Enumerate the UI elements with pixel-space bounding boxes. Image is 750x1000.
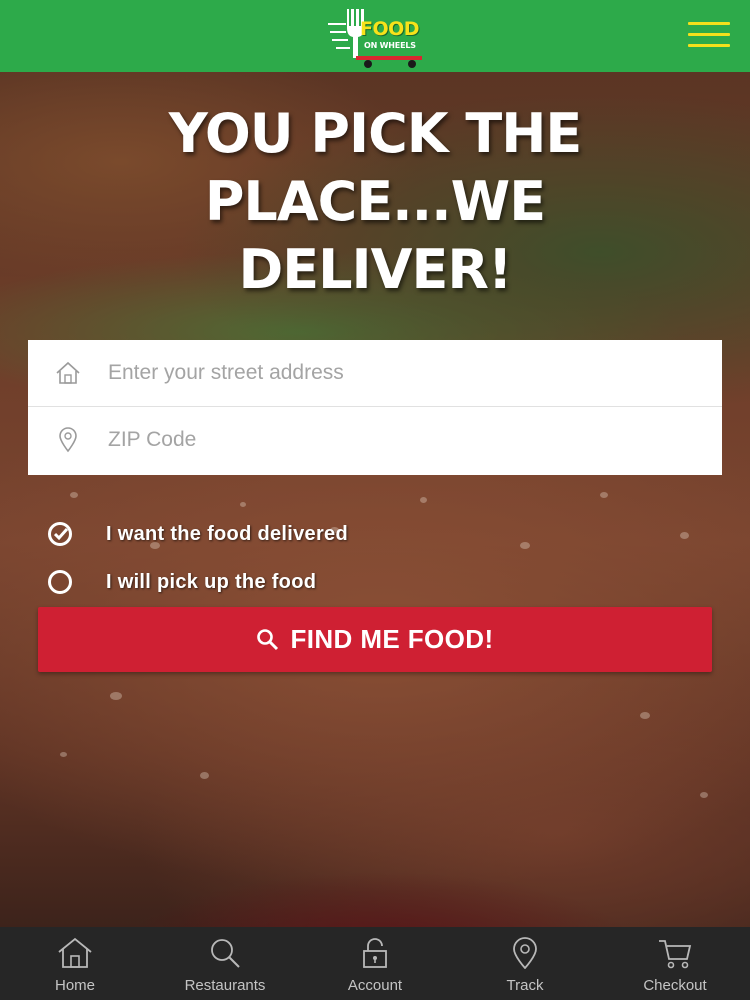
checkmark-icon: [54, 528, 68, 541]
nav-label-restaurants: Restaurants: [184, 977, 266, 994]
option-delivered[interactable]: I want the food delivered: [48, 510, 348, 558]
location-pin-icon: [513, 937, 537, 969]
lock-icon: [363, 938, 387, 968]
headline-line-1: YOU PICK THE: [168, 102, 583, 165]
nav-item-home[interactable]: Home: [0, 927, 150, 1000]
search-icon: [211, 939, 240, 968]
zip-code-field: [28, 406, 722, 473]
cart-icon: [659, 940, 692, 969]
home-icon: [28, 361, 108, 385]
food-on-wheels-logo[interactable]: FOOD ON WHEELS: [326, 6, 428, 68]
street-address-input[interactable]: [108, 353, 722, 393]
nav-item-track[interactable]: Track: [450, 927, 600, 1000]
headline-line-3: DELIVER!: [238, 238, 512, 301]
option-pickup[interactable]: I will pick up the food: [48, 558, 348, 606]
pickup-label: I will pick up the food: [106, 570, 317, 593]
search-icon: [256, 628, 280, 652]
zip-code-input[interactable]: [108, 420, 722, 460]
headline-line-2: PLACE...WE: [204, 170, 546, 233]
bottom-nav: Home Restaurants Account Track Checkout: [0, 927, 750, 1000]
street-address-field: [28, 340, 722, 406]
location-pin-icon: [28, 427, 108, 453]
address-form: [28, 340, 722, 475]
nav-item-account[interactable]: Account: [300, 927, 450, 1000]
fulfillment-options: I want the food delivered I will pick up…: [48, 510, 348, 606]
home-icon: [58, 937, 92, 968]
find-me-food-button[interactable]: FIND ME FOOD!: [38, 607, 712, 672]
nav-label-checkout: Checkout: [643, 977, 707, 994]
nav-item-restaurants[interactable]: Restaurants: [150, 927, 300, 1000]
find-me-food-label: FIND ME FOOD!: [290, 624, 494, 654]
delivered-label: I want the food delivered: [106, 522, 348, 545]
nav-label-track: Track: [506, 977, 544, 994]
hamburger-menu-icon[interactable]: [688, 22, 730, 50]
delivered-radio[interactable]: [48, 522, 72, 546]
app-header: FOOD ON WHEELS: [0, 0, 750, 72]
nav-item-checkout[interactable]: Checkout: [600, 927, 750, 1000]
pickup-radio[interactable]: [48, 570, 72, 594]
nav-label-account: Account: [347, 977, 403, 994]
logo-title: FOOD: [360, 18, 420, 40]
nav-label-home: Home: [54, 977, 95, 994]
hero-headline: YOU PICK THE PLACE...WE DELIVER!: [0, 100, 750, 304]
logo-subtitle: ON WHEELS: [364, 41, 416, 50]
